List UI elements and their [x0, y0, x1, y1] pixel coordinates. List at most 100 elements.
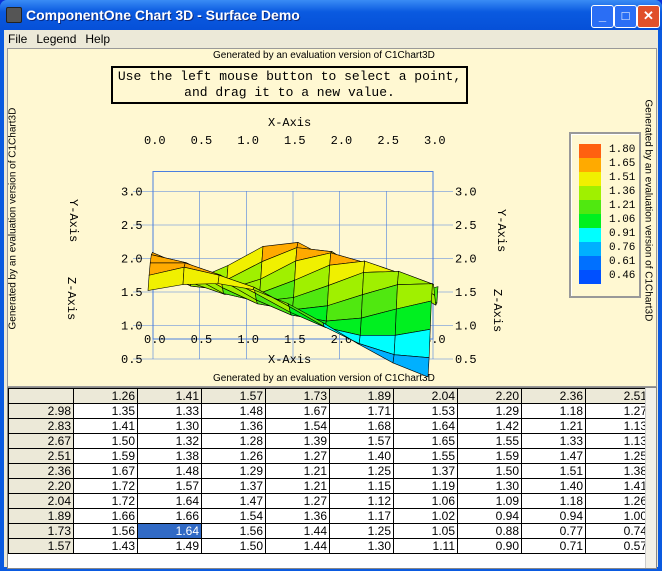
table-cell[interactable]: 0.90 [457, 538, 522, 554]
table-cell[interactable]: 1.65 [393, 433, 458, 449]
table-cell[interactable]: 1.55 [457, 433, 522, 449]
table-cell[interactable]: 1.29 [457, 403, 522, 419]
table-cell[interactable]: 1.44 [265, 538, 330, 554]
table-cell[interactable]: 1.41 [585, 478, 650, 494]
table-cell[interactable]: 1.18 [521, 493, 586, 509]
table-cell[interactable]: 1.55 [393, 448, 458, 464]
column-header[interactable]: 2.20 [457, 388, 522, 404]
table-cell[interactable]: 1.27 [585, 403, 650, 419]
table-cell[interactable]: 1.33 [521, 433, 586, 449]
close-button[interactable]: ✕ [637, 5, 660, 28]
table-cell[interactable]: 1.21 [521, 418, 586, 434]
table-cell[interactable]: 0.71 [521, 538, 586, 554]
table-cell[interactable]: 1.44 [265, 523, 330, 539]
column-header[interactable]: 2.51 [585, 388, 650, 404]
table-cell[interactable]: 1.42 [457, 418, 522, 434]
row-header[interactable]: 2.67 [8, 433, 74, 449]
table-cell[interactable]: 1.48 [201, 403, 266, 419]
table-cell[interactable]: 1.33 [137, 403, 202, 419]
menu-file[interactable]: File [4, 30, 32, 46]
table-cell[interactable]: 1.26 [201, 448, 266, 464]
chart-3d[interactable]: Generated by an evaluation version of C1… [7, 48, 657, 387]
table-cell[interactable]: 1.36 [201, 418, 266, 434]
table-cell[interactable]: 0.57 [585, 538, 650, 554]
table-cell[interactable]: 1.66 [73, 508, 138, 524]
table-cell[interactable]: 1.54 [201, 508, 266, 524]
table-cell[interactable]: 0.88 [457, 523, 522, 539]
table-cell[interactable]: 1.38 [137, 448, 202, 464]
table-cell[interactable]: 1.59 [73, 448, 138, 464]
table-cell[interactable]: 1.66 [137, 508, 202, 524]
table-cell[interactable]: 1.30 [457, 478, 522, 494]
table-cell[interactable]: 1.49 [137, 538, 202, 554]
table-cell[interactable]: 1.56 [73, 523, 138, 539]
table-cell[interactable]: 0.74 [585, 523, 650, 539]
table-cell[interactable]: 1.30 [329, 538, 394, 554]
table-cell[interactable]: 1.12 [329, 493, 394, 509]
column-header[interactable]: 1.26 [73, 388, 138, 404]
table-cell[interactable]: 1.43 [73, 538, 138, 554]
table-cell[interactable]: 1.51 [521, 463, 586, 479]
minimize-button[interactable]: _ [591, 5, 614, 28]
menu-help[interactable]: Help [81, 30, 115, 46]
table-cell[interactable]: 1.25 [329, 463, 394, 479]
row-header[interactable]: 2.36 [8, 463, 74, 479]
table-cell[interactable]: 1.40 [521, 478, 586, 494]
table-cell[interactable]: 1.25 [585, 448, 650, 464]
row-header[interactable]: 2.51 [8, 448, 74, 464]
table-cell[interactable]: 1.32 [137, 433, 202, 449]
table-cell[interactable]: 1.67 [73, 463, 138, 479]
table-cell[interactable]: 1.18 [521, 403, 586, 419]
table-cell[interactable]: 1.57 [329, 433, 394, 449]
table-cell[interactable]: 1.53 [393, 403, 458, 419]
row-header[interactable]: 2.20 [8, 478, 74, 494]
column-header[interactable]: 2.36 [521, 388, 586, 404]
table-cell[interactable]: 1.05 [393, 523, 458, 539]
row-header[interactable]: 2.04 [8, 493, 74, 509]
maximize-button[interactable]: □ [614, 5, 637, 28]
table-cell[interactable]: 1.37 [393, 463, 458, 479]
table-cell[interactable]: 1.64 [393, 418, 458, 434]
table-cell[interactable]: 1.41 [73, 418, 138, 434]
table-cell[interactable]: 1.13 [585, 433, 650, 449]
table-cell[interactable]: 1.25 [329, 523, 394, 539]
title-bar[interactable]: ComponentOne Chart 3D - Surface Demo _ □… [0, 0, 662, 30]
menu-legend[interactable]: Legend [32, 30, 81, 46]
column-header[interactable]: 2.04 [393, 388, 458, 404]
table-cell[interactable]: 1.27 [265, 493, 330, 509]
table-cell[interactable]: 1.64 [137, 523, 202, 539]
row-header[interactable]: 2.98 [8, 403, 74, 419]
table-cell[interactable]: 1.37 [201, 478, 266, 494]
table-cell[interactable]: 1.30 [137, 418, 202, 434]
table-cell[interactable]: 1.11 [393, 538, 458, 554]
table-cell[interactable]: 1.28 [201, 433, 266, 449]
surface-plot[interactable]: 0.5 0.51.0 1.01.5 1.52.0 2.02.5 2.53.0 3.00.00… [8, 49, 568, 386]
table-cell[interactable]: 1.21 [265, 463, 330, 479]
table-cell[interactable]: 1.17 [329, 508, 394, 524]
table-cell[interactable]: 1.19 [393, 478, 458, 494]
row-header[interactable]: 1.57 [8, 538, 74, 554]
table-cell[interactable]: 1.40 [329, 448, 394, 464]
column-header[interactable]: 1.73 [265, 388, 330, 404]
table-cell[interactable]: 1.56 [201, 523, 266, 539]
table-cell[interactable]: 1.72 [73, 478, 138, 494]
vertical-scrollbar[interactable] [645, 388, 656, 568]
table-cell[interactable]: 1.27 [265, 448, 330, 464]
table-cell[interactable]: 1.57 [137, 478, 202, 494]
table-cell[interactable]: 1.35 [73, 403, 138, 419]
table-cell[interactable]: 0.77 [521, 523, 586, 539]
table-cell[interactable]: 1.02 [393, 508, 458, 524]
table-cell[interactable]: 1.71 [329, 403, 394, 419]
table-cell[interactable]: 1.39 [265, 433, 330, 449]
table-cell[interactable]: 1.29 [201, 463, 266, 479]
table-cell[interactable]: 1.21 [265, 478, 330, 494]
table-cell[interactable]: 1.13 [585, 418, 650, 434]
table-cell[interactable]: 0.94 [521, 508, 586, 524]
table-cell[interactable]: 1.47 [521, 448, 586, 464]
table-cell[interactable]: 1.64 [137, 493, 202, 509]
table-cell[interactable]: 1.54 [265, 418, 330, 434]
row-header[interactable]: 1.89 [8, 508, 74, 524]
column-header[interactable]: 1.41 [137, 388, 202, 404]
table-cell[interactable]: 1.26 [585, 493, 650, 509]
table-cell[interactable]: 1.47 [201, 493, 266, 509]
